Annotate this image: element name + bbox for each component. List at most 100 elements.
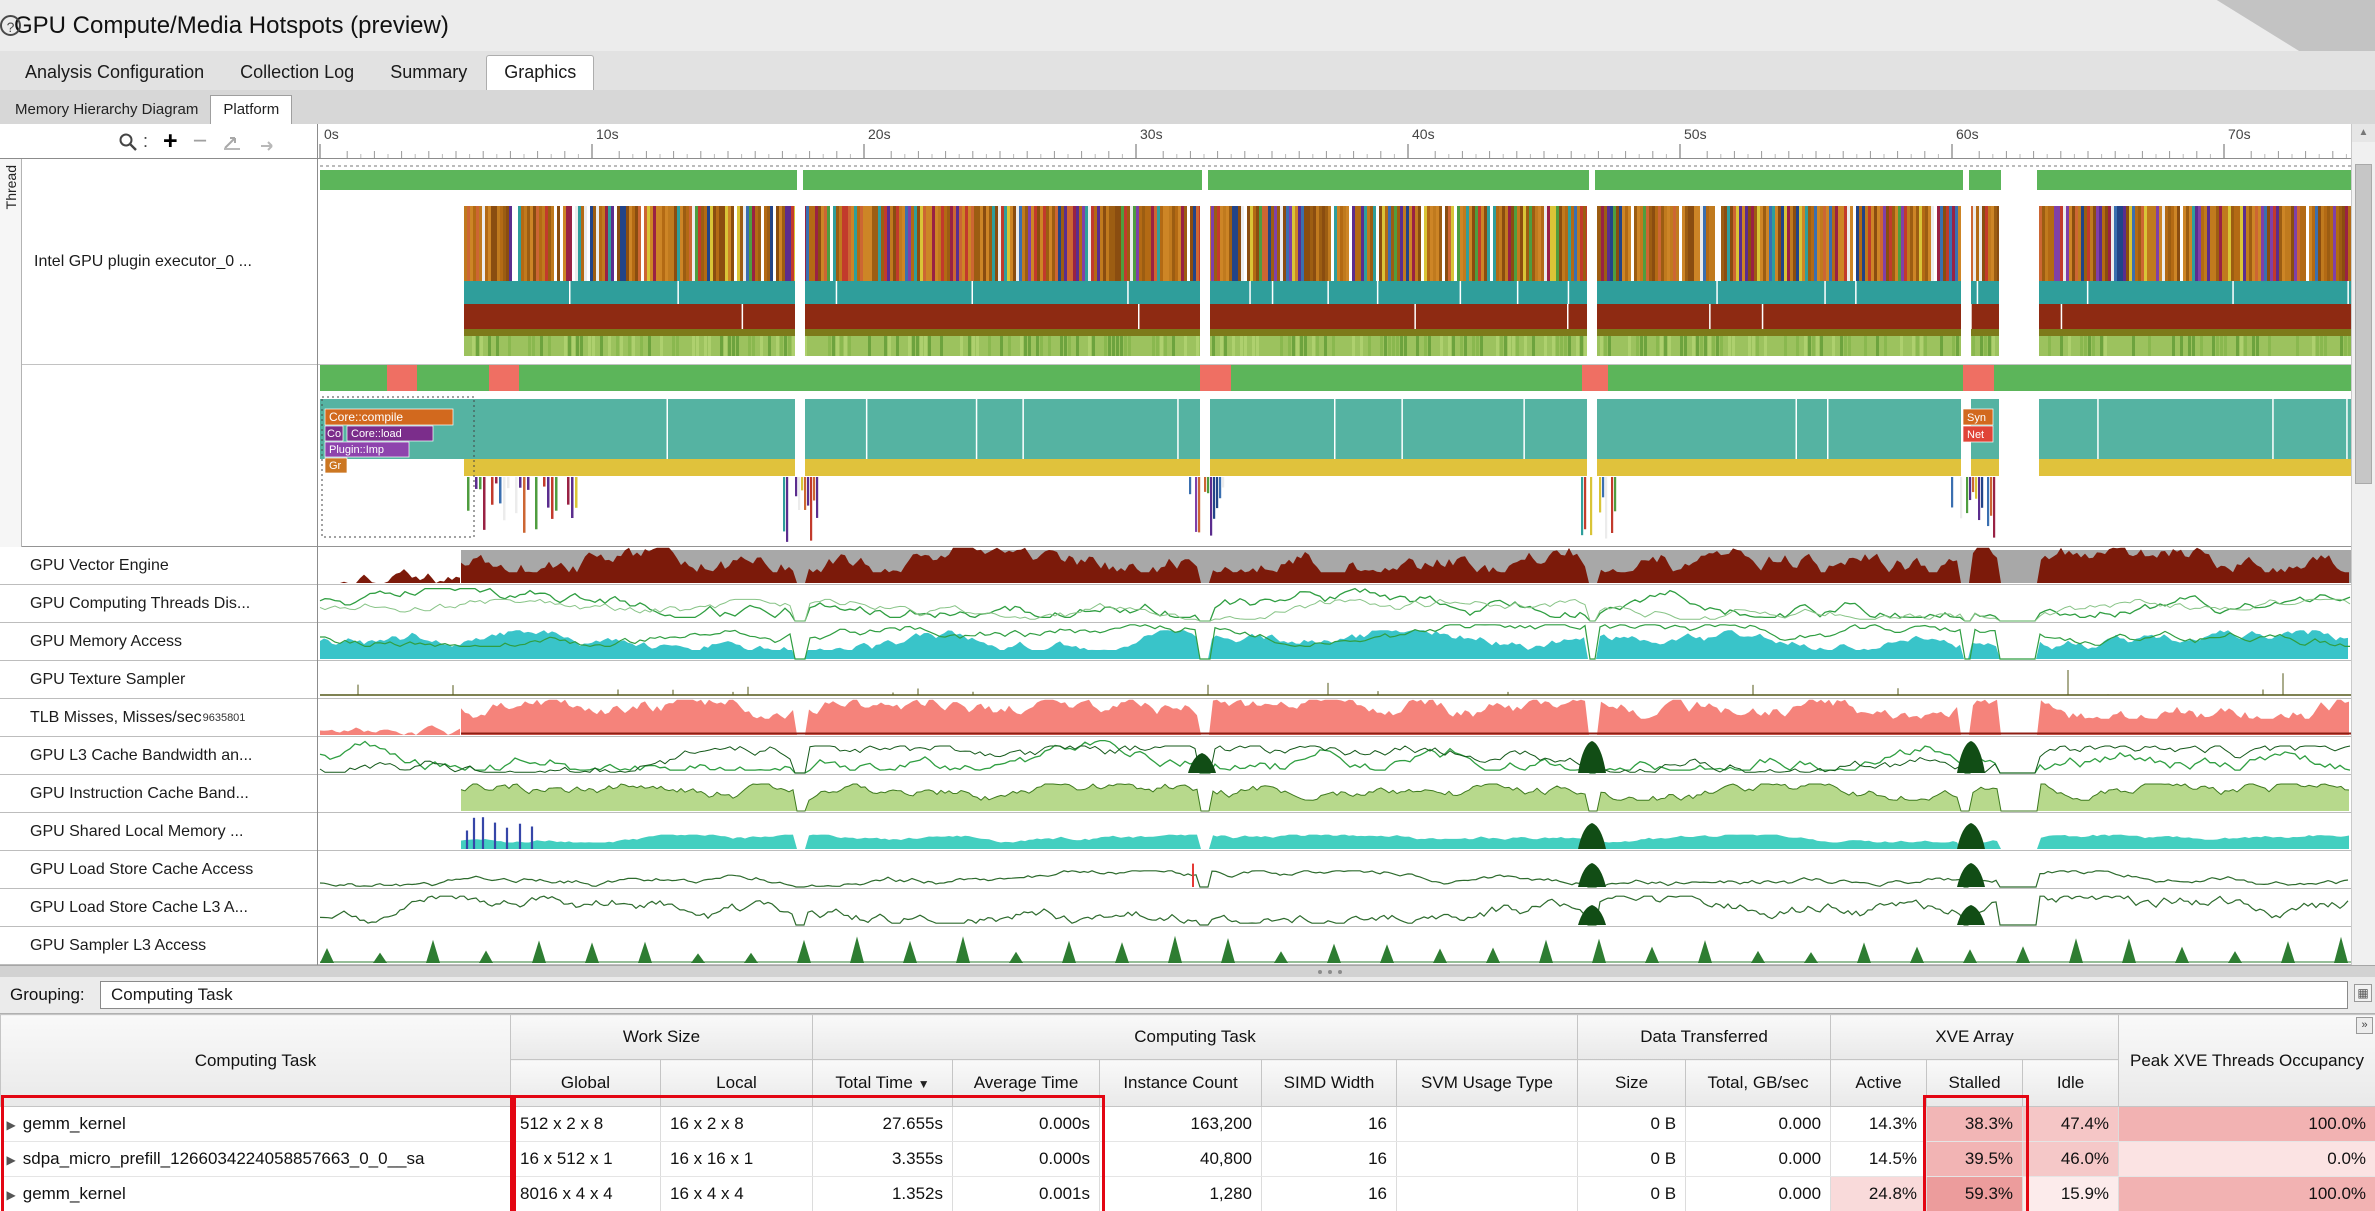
tab-graphics[interactable]: Graphics (486, 55, 594, 90)
svg-text:Plugin::Imp: Plugin::Imp (329, 444, 384, 456)
col-peak-xve-occupancy[interactable]: Peak XVE Threads Occupancy (2119, 1015, 2375, 1107)
title-bar: GPU Compute/Media Hotspots (preview) ? (0, 0, 2375, 51)
time-ruler[interactable]: 0s10s20s30s40s50s60s70s (317, 124, 2351, 158)
col-idle[interactable]: Idle (2023, 1060, 2119, 1107)
metric-label-gpu-instruction-cache-band[interactable]: GPU Instruction Cache Band... (0, 775, 317, 813)
grouping-dropdown[interactable]: Computing Task (100, 981, 2348, 1009)
table-body: ▶gemm_kernel512 x 2 x 816 x 2 x 827.655s… (1, 1107, 2375, 1211)
metric-label-tlb-misses-misses-sec[interactable]: TLB Misses, Misses/sec9635801 (0, 699, 317, 737)
col-total-time[interactable]: Total Time▼ (813, 1060, 953, 1107)
colgroup-data-transferred: Data Transferred (1578, 1015, 1831, 1060)
colgroup-work-size: Work Size (511, 1015, 813, 1060)
expand-row-icon[interactable]: ▶ (7, 1153, 16, 1167)
value-cell: 163,200 (1100, 1107, 1262, 1142)
main-tabs: Analysis ConfigurationCollection LogSumm… (0, 51, 2375, 90)
zoom-in-button[interactable]: + (163, 129, 178, 154)
col-total-gbsec[interactable]: Total, GB/sec (1686, 1060, 1831, 1107)
metric-label-gpu-shared-local-memory[interactable]: GPU Shared Local Memory ... (0, 813, 317, 851)
task-name: sdpa_micro_prefill_1266034224058857663_0… (23, 1149, 425, 1168)
col-local[interactable]: Local (661, 1060, 813, 1107)
subtab-memory-hierarchy-diagram[interactable]: Memory Hierarchy Diagram (3, 96, 210, 124)
vertical-scrollbar[interactable]: ▲ (2351, 124, 2375, 965)
metric-label-gpu-load-store-cache-l3-a[interactable]: GPU Load Store Cache L3 A... (0, 889, 317, 927)
thread-track-runtime[interactable]: Core::compileCoCore::loadPlugin::ImpGrSy… (317, 365, 2351, 547)
metric-label-gpu-computing-threads-dis[interactable]: GPU Computing Threads Dis... (0, 585, 317, 623)
metric-chart-gpu-vector-engine[interactable] (317, 547, 2351, 585)
thread-row-label-2[interactable] (22, 365, 317, 547)
metric-label-gpu-load-store-cache-access[interactable]: GPU Load Store Cache Access (0, 851, 317, 889)
splitter-handle[interactable] (0, 965, 2375, 977)
metric-chart-gpu-load-store-cache-access[interactable] (317, 851, 2351, 889)
value-cell: 0.000 (1686, 1107, 1831, 1142)
svg-text:Net: Net (1967, 429, 1984, 441)
thread-axis: Thread (0, 159, 22, 547)
value-cell: 47.4% (2023, 1107, 2119, 1142)
thread-row-label-1[interactable]: Intel GPU plugin executor_0 ... (22, 159, 317, 365)
metric-label-gpu-memory-access[interactable]: GPU Memory Access (0, 623, 317, 661)
zoom-fit-icon[interactable] (257, 133, 277, 151)
zoom-out-button[interactable]: − (193, 129, 208, 154)
metric-chart-gpu-instruction-cache-band[interactable] (317, 775, 2351, 813)
metric-label-gpu-texture-sampler[interactable]: GPU Texture Sampler (0, 661, 317, 699)
table-row[interactable]: ▶ sdpa_micro_prefill_1266034224058857663_… (1, 1142, 2375, 1177)
metric-chart-gpu-l3-cache-bandwidth-an[interactable] (317, 737, 2351, 775)
scroll-up-icon[interactable]: ▲ (2352, 124, 2375, 142)
table-row[interactable]: ▶gemm_kernel8016 x 4 x 416 x 4 x 41.352s… (1, 1177, 2375, 1211)
value-cell: 1,280 (1100, 1177, 1262, 1211)
metric-chart-gpu-load-store-cache-l3-a[interactable] (317, 889, 2351, 927)
table-row[interactable]: ▶gemm_kernel512 x 2 x 816 x 2 x 827.655s… (1, 1107, 2375, 1142)
table-header: Computing Task Work Size Computing Task … (1, 1015, 2375, 1107)
metric-label-gpu-l3-cache-bandwidth-an[interactable]: GPU L3 Cache Bandwidth an... (0, 737, 317, 775)
value-cell: 0 B (1578, 1142, 1686, 1177)
value-cell: 1.352s (813, 1177, 953, 1211)
vtune-window: GPU Compute/Media Hotspots (preview) ? A… (0, 0, 2375, 1211)
zoom-selection-icon[interactable] (222, 133, 242, 151)
tab-analysis-configuration[interactable]: Analysis Configuration (8, 56, 221, 90)
value-cell: 0.0% (2119, 1142, 2375, 1177)
col-stalled[interactable]: Stalled (1927, 1060, 2023, 1107)
metric-chart-gpu-texture-sampler[interactable] (317, 661, 2351, 699)
value-cell: 14.5% (1831, 1142, 1927, 1177)
col-computing-task[interactable]: Computing Task (1, 1015, 511, 1107)
value-cell (1397, 1107, 1578, 1142)
scrollbar-thumb[interactable] (2355, 164, 2372, 484)
metric-label-gpu-vector-engine[interactable]: GPU Vector Engine (0, 547, 317, 585)
expand-row-icon[interactable]: ▶ (7, 1118, 16, 1132)
expand-columns-button[interactable]: » (2356, 1017, 2373, 1034)
col-simd-width[interactable]: SIMD Width (1262, 1060, 1397, 1107)
col-instance-count[interactable]: Instance Count (1100, 1060, 1262, 1107)
metric-chart-gpu-sampler-l3-access[interactable] (317, 927, 2351, 965)
svg-text:Syn: Syn (1967, 412, 1986, 424)
metric-chart-gpu-shared-local-memory[interactable] (317, 813, 2351, 851)
task-name-cell: ▶ gemm_kernel (1, 1177, 511, 1211)
metric-label-gpu-sampler-l3-access[interactable]: GPU Sampler L3 Access (0, 927, 317, 965)
zoom-icon[interactable] (118, 132, 138, 152)
col-global[interactable]: Global (511, 1060, 661, 1107)
metric-chart-gpu-computing-threads-dis[interactable] (317, 585, 2351, 623)
value-cell: 0.000 (1686, 1142, 1831, 1177)
tab-collection-log[interactable]: Collection Log (223, 56, 371, 90)
value-cell: 0.000s (953, 1142, 1100, 1177)
col-average-time[interactable]: Average Time (953, 1060, 1100, 1107)
help-icon[interactable]: ? (0, 15, 21, 36)
col-size[interactable]: Size (1578, 1060, 1686, 1107)
value-cell: 0.001s (953, 1177, 1100, 1211)
svg-text:60s: 60s (1956, 126, 1979, 142)
col-svm-usage-type[interactable]: SVM Usage Type (1397, 1060, 1578, 1107)
tab-summary[interactable]: Summary (373, 56, 484, 90)
expand-row-icon[interactable]: ▶ (7, 1188, 16, 1202)
zoom-menu-colon[interactable]: : (143, 129, 148, 154)
grouping-value: Computing Task (111, 985, 233, 1004)
subtab-platform[interactable]: Platform (210, 95, 292, 124)
thread-track-executor[interactable] (317, 159, 2351, 365)
svg-text:20s: 20s (868, 126, 891, 142)
value-cell: 16 (1262, 1107, 1397, 1142)
grouping-settings-icon[interactable]: ▦ (2354, 984, 2372, 1002)
svg-text:40s: 40s (1412, 126, 1435, 142)
svg-text:70s: 70s (2228, 126, 2251, 142)
col-active[interactable]: Active (1831, 1060, 1927, 1107)
metric-chart-gpu-memory-access[interactable] (317, 623, 2351, 661)
task-name: gemm_kernel (23, 1184, 126, 1203)
metric-chart-tlb-misses-misses-sec[interactable] (317, 699, 2351, 737)
svg-text:Gr: Gr (329, 460, 342, 472)
